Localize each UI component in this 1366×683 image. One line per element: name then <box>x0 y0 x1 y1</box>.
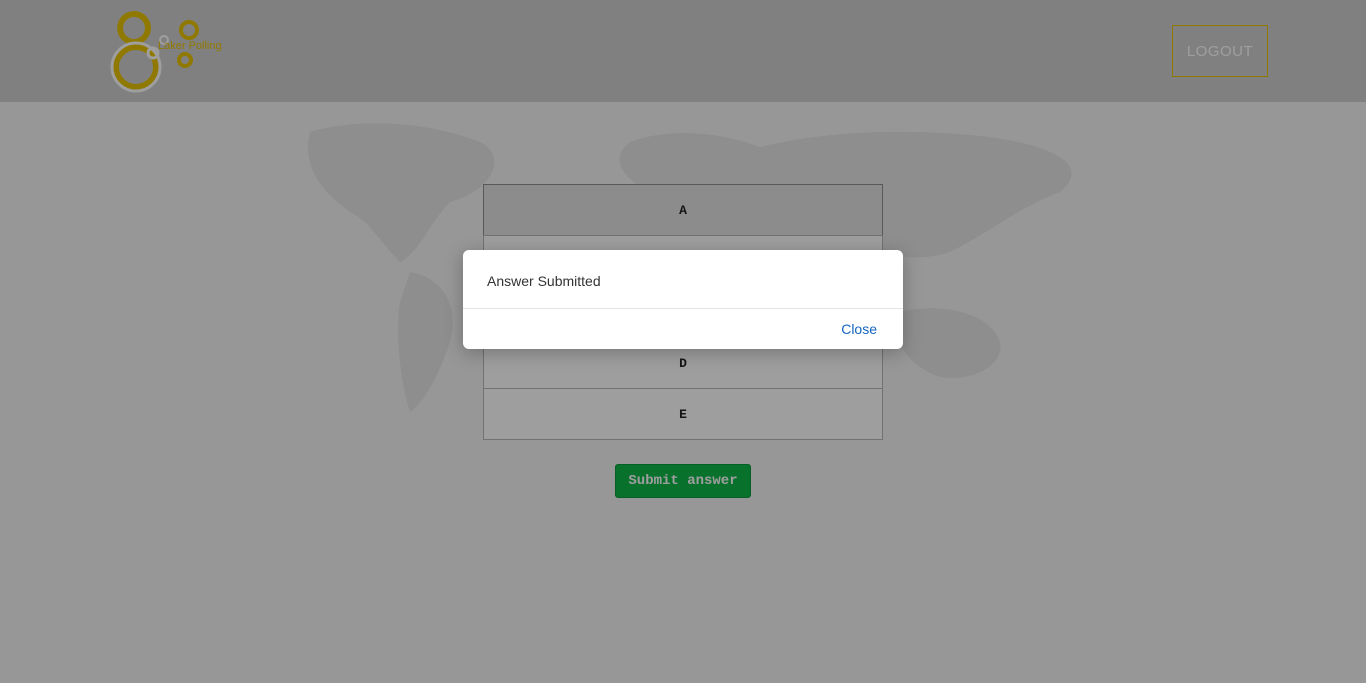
dialog-footer: Close <box>463 309 903 349</box>
dialog-message: Answer Submitted <box>463 250 903 309</box>
answer-submitted-dialog: Answer Submitted Close <box>463 250 903 349</box>
close-button[interactable]: Close <box>841 321 877 337</box>
